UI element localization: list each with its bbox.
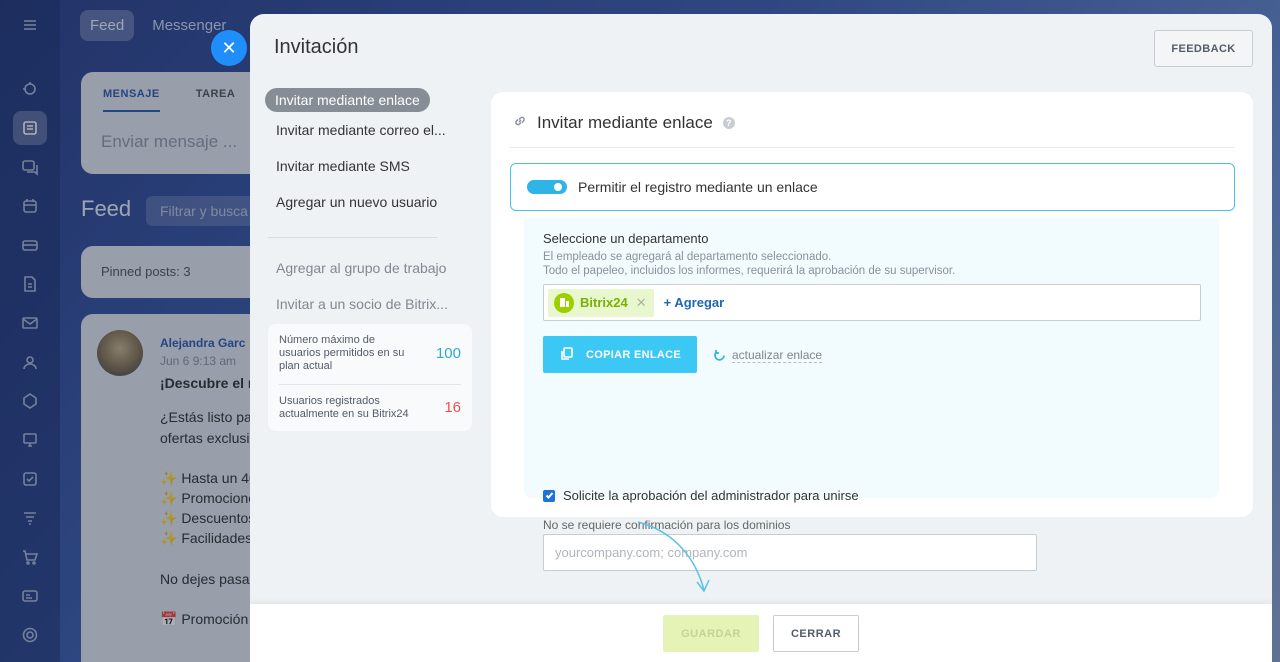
department-selector[interactable]: Bitrix24 ✕ + Agregar xyxy=(543,284,1201,321)
link-registration-toggle-row: Permitir el registro mediante un enlace xyxy=(510,163,1235,211)
menu-invite-partner[interactable]: Invitar a un socio de Bitrix... xyxy=(265,286,487,322)
toggle-label: Permitir el registro mediante un enlace xyxy=(578,179,818,195)
menu-add-user[interactable]: Agregar un nuevo usuario xyxy=(265,184,487,220)
close-button[interactable]: CERRAR xyxy=(773,615,859,652)
check-icon xyxy=(545,492,553,499)
chip-remove-icon[interactable]: ✕ xyxy=(636,295,647,311)
department-desc-line: Todo el papeleo, incluidos los informes,… xyxy=(543,265,956,277)
menu-invite-sms[interactable]: Invitar mediante SMS xyxy=(265,148,487,184)
menu-invite-link[interactable]: Invitar mediante enlace xyxy=(265,88,430,112)
invite-menu: Invitar mediante enlace Invitar mediante… xyxy=(265,88,487,431)
section-divider xyxy=(509,147,1235,148)
section-title: Invitar mediante enlace xyxy=(537,113,713,132)
close-icon: ✕ xyxy=(221,37,237,58)
department-chip-label: Bitrix24 xyxy=(580,295,628,310)
admin-approval-row: Solicite la aprobación del administrador… xyxy=(543,488,859,503)
refresh-link-label: actualizar enlace xyxy=(732,348,823,363)
copy-link-label: COPIAR ENLACE xyxy=(586,348,681,361)
menu-invite-email[interactable]: Invitar mediante correo el... xyxy=(265,112,487,148)
department-desc-line: El empleado se agregará al departamento … xyxy=(543,251,832,263)
menu-divider xyxy=(268,237,437,238)
domains-input[interactable] xyxy=(543,534,1037,571)
menu-add-workgroup[interactable]: Agregar al grupo de trabajo xyxy=(265,250,487,286)
building-icon xyxy=(554,292,574,313)
department-title: Seleccione un departamento xyxy=(543,231,709,246)
stat-registered-users-value: 16 xyxy=(444,399,461,417)
arrow-down-icon xyxy=(637,521,710,593)
copy-icon xyxy=(559,346,574,364)
save-button[interactable]: GUARDAR xyxy=(663,615,759,652)
refresh-link[interactable]: actualizar enlace xyxy=(713,348,823,363)
feedback-button[interactable]: FEEDBACK xyxy=(1154,30,1253,67)
admin-approval-label[interactable]: Solicite la aprobación del administrador… xyxy=(563,488,859,503)
user-stats: Número máximo de usuarios permitidos en … xyxy=(268,324,472,431)
copy-link-button[interactable]: COPIAR ENLACE xyxy=(543,336,697,373)
page-title: Invitación xyxy=(274,36,359,58)
add-department-link[interactable]: + Agregar xyxy=(664,295,725,310)
department-chip[interactable]: Bitrix24 ✕ xyxy=(548,288,654,317)
slider-footer: GUARDAR CERRAR xyxy=(250,604,1272,662)
invitation-slider: Invitación FEEDBACK Invitar mediante enl… xyxy=(250,14,1272,662)
stat-registered-users-label: Usuarios registrados actualmente en su B… xyxy=(279,394,409,420)
department-panel: Seleccione un departamento El empleado s… xyxy=(524,218,1219,571)
link-registration-toggle[interactable] xyxy=(527,180,567,194)
admin-approval-checkbox[interactable] xyxy=(543,489,555,502)
refresh-icon xyxy=(714,350,725,361)
stat-max-users-value: 100 xyxy=(435,345,461,363)
slider-close-button[interactable]: ✕ xyxy=(211,30,247,66)
link-icon xyxy=(513,114,527,133)
invite-link-section: Invitar mediante enlace ? Permitir el re… xyxy=(491,92,1253,571)
department-description: El empleado se agregará al departamento … xyxy=(543,250,955,278)
help-icon[interactable]: ? xyxy=(722,117,735,129)
stat-max-users-label: Número máximo de usuarios permitidos en … xyxy=(279,334,405,373)
